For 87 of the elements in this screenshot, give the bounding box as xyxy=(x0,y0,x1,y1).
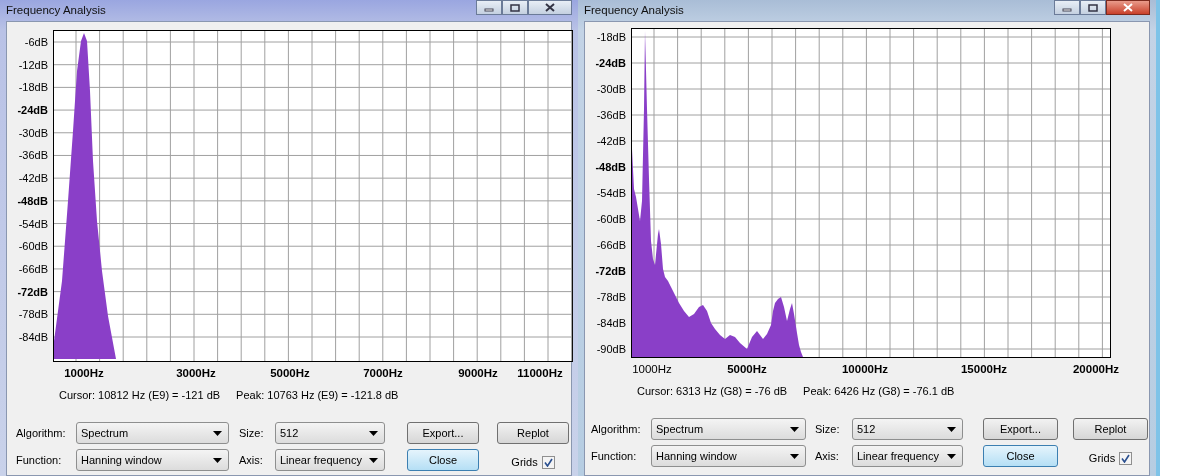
axis-label: 3000Hz xyxy=(176,366,216,381)
axis-label: -60dB xyxy=(596,212,626,226)
axis-label: -30dB xyxy=(596,82,626,96)
axis-label: 11000Hz xyxy=(517,366,563,381)
field-label: Algorithm: xyxy=(591,421,642,437)
checkmark-icon xyxy=(543,457,553,467)
axis-label: 5000Hz xyxy=(270,366,310,381)
dropdown-value: Hanning window xyxy=(81,452,162,468)
axis-label: -18dB xyxy=(596,30,626,44)
axis-label: -24dB xyxy=(595,56,626,70)
axis-label: 7000Hz xyxy=(363,366,403,381)
cursor-readout: Cursor: 6313 Hz (G8) = -76 dB xyxy=(637,384,788,399)
field-label: Function: xyxy=(16,452,63,468)
checkbox-label: Grids xyxy=(511,454,538,470)
axis-label: -24dB xyxy=(17,103,48,117)
maximize-icon xyxy=(510,3,520,12)
checkbox-label: Grids xyxy=(1088,450,1116,466)
caret-icon xyxy=(213,430,222,436)
axis-label: -54dB xyxy=(18,217,48,231)
maximize-button[interactable] xyxy=(1080,0,1106,15)
dropdown-value: Spectrum xyxy=(656,421,704,437)
dropdown[interactable]: Spectrum xyxy=(651,418,806,440)
peak-readout: Peak: 6426 Hz (G8) = -76.1 dB xyxy=(803,384,955,399)
checkmark-icon xyxy=(1121,453,1131,463)
peak-readout: Peak: 10763 Hz (E9) = -121.8 dB xyxy=(236,388,399,403)
close-icon xyxy=(545,3,555,12)
dropdown-value: 512 xyxy=(857,421,876,437)
axis-label: 1000Hz xyxy=(64,366,104,381)
caret-icon xyxy=(947,426,956,432)
window-title: Frequency Analysis xyxy=(584,3,684,18)
axis-label: -78dB xyxy=(596,290,626,304)
close-window-button[interactable] xyxy=(1106,0,1150,15)
dropdown-value: Spectrum xyxy=(81,425,129,441)
axis-label: -66dB xyxy=(18,262,48,276)
dropdown-value: Linear frequency xyxy=(857,448,939,464)
caret-icon xyxy=(790,426,799,432)
field-label: Size: xyxy=(815,421,841,437)
axis-label: -72dB xyxy=(17,285,48,299)
axis-label: -18dB xyxy=(18,80,48,94)
dropdown[interactable]: Hanning window xyxy=(651,445,806,467)
dropdown[interactable]: Linear frequency xyxy=(852,445,963,467)
cursor-readout: Cursor: 10812 Hz (E9) = -121 dB xyxy=(59,388,221,403)
axis-label: -42dB xyxy=(18,171,48,185)
maximize-icon xyxy=(1088,3,1098,12)
axis-label: -54dB xyxy=(596,186,626,200)
dropdown[interactable]: 512 xyxy=(852,418,963,440)
axis-label: -72dB xyxy=(595,264,626,278)
dropdown-value: Hanning window xyxy=(656,448,737,464)
export-button[interactable]: Export... xyxy=(983,418,1058,440)
field-label: Algorithm: xyxy=(16,425,67,441)
axis-label: -84dB xyxy=(596,316,626,330)
axis-label: -48dB xyxy=(595,160,626,174)
minimize-button[interactable] xyxy=(1054,0,1080,15)
close-icon xyxy=(1123,3,1133,12)
field-label: Size: xyxy=(239,425,265,441)
dropdown-value: Linear frequency xyxy=(280,452,362,468)
axis-label: -42dB xyxy=(596,134,626,148)
axis-label: -90dB xyxy=(596,342,626,356)
axis-label: 1000Hz xyxy=(632,362,672,377)
axis-label: -30dB xyxy=(18,126,48,140)
window-title: Frequency Analysis xyxy=(6,3,106,18)
axis-label: -60dB xyxy=(18,239,48,253)
axis-label: -36dB xyxy=(596,108,626,122)
axis-label: 5000Hz xyxy=(727,362,767,377)
dropdown-value: 512 xyxy=(280,425,299,441)
field-label: Function: xyxy=(591,448,638,464)
axis-label: 10000Hz xyxy=(842,362,888,377)
caret-icon xyxy=(790,453,799,459)
axis-label: -6dB xyxy=(24,35,48,49)
axis-label: 9000Hz xyxy=(458,366,498,381)
caret-icon xyxy=(369,430,378,436)
axis-label: -78dB xyxy=(18,307,48,321)
axis-label: -12dB xyxy=(18,58,48,72)
axis-label: 20000Hz xyxy=(1073,362,1119,377)
grids-checkbox[interactable] xyxy=(1119,451,1133,465)
field-label: Axis: xyxy=(815,448,840,464)
field-label: Axis: xyxy=(239,452,264,468)
axis-label: -48dB xyxy=(17,194,48,208)
caret-icon xyxy=(213,457,222,463)
caret-icon xyxy=(947,453,956,459)
axis-label: -66dB xyxy=(596,238,626,252)
close-button[interactable]: Close xyxy=(983,445,1058,467)
axis-label: 15000Hz xyxy=(961,362,1007,377)
axis-label: -36dB xyxy=(18,148,48,162)
replot-button[interactable]: Replot xyxy=(1073,418,1148,440)
caret-icon xyxy=(369,457,378,463)
axis-label: -84dB xyxy=(18,330,48,344)
